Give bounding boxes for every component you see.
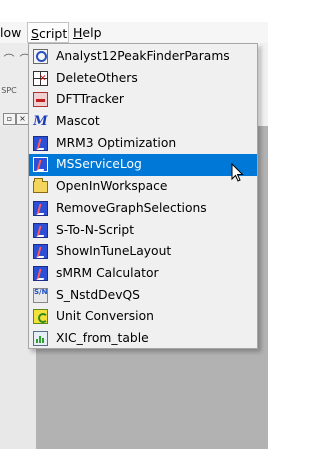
menu-item-s-to-n-script[interactable]: S-To-N-Script	[29, 220, 257, 242]
menu-item-mascot[interactable]: M Mascot	[29, 111, 257, 133]
menu-help-accel: H	[73, 25, 83, 40]
script-icon	[33, 244, 48, 260]
folder-icon	[33, 178, 48, 194]
menu-item-label: sMRM Calculator	[56, 265, 159, 280]
script-icon	[33, 265, 48, 281]
spc-icon[interactable]: SPC	[0, 83, 18, 99]
menu-item-xic-from-table[interactable]: XIC_from_table	[29, 328, 257, 350]
menu-item-removegraphselections[interactable]: RemoveGraphSelections	[29, 198, 257, 220]
menu-item-smrm-calculator[interactable]: sMRM Calculator	[29, 263, 257, 285]
menu-script-rest: cript	[38, 26, 68, 41]
menu-item-label: DeleteOthers	[56, 70, 138, 85]
mascot-icon: M	[33, 114, 48, 130]
menu-item-label: Mascot	[56, 114, 100, 129]
search-icon	[33, 49, 48, 64]
menu-script[interactable]: Script	[27, 22, 69, 43]
menu-item-label: OpenInWorkspace	[56, 179, 168, 194]
menu-item-label: MSServiceLog	[56, 157, 142, 172]
toolbar-right	[260, 43, 268, 128]
script-icon	[33, 135, 48, 151]
menu-item-label: XIC_from_table	[56, 330, 149, 345]
menu-help-rest: elp	[82, 25, 102, 40]
dft-icon	[33, 92, 48, 108]
menu-bar: low Script Help	[0, 22, 268, 43]
script-menu-dropdown: Analyst12PeakFinderParams DeleteOthers D…	[28, 43, 258, 349]
menu-item-unit-conversion[interactable]: Unit Conversion	[29, 306, 257, 328]
xic-icon	[33, 330, 48, 346]
menu-item-msservicelog[interactable]: MSServiceLog	[29, 154, 257, 177]
menu-item-label: S_NstdDevQS	[56, 287, 140, 302]
menu-window[interactable]: low	[0, 22, 24, 43]
unit-conversion-icon	[33, 309, 48, 325]
mouse-cursor-icon	[231, 163, 244, 182]
menu-item-label: Analyst12PeakFinderParams	[56, 49, 230, 63]
menu-item-label: DFTTracker	[56, 92, 124, 107]
menu-item-openinworkspace[interactable]: OpenInWorkspace	[29, 176, 257, 198]
menu-item-dfttracker[interactable]: DFTTracker	[29, 89, 257, 111]
menu-item-mrm3-optimization[interactable]: MRM3 Optimization	[29, 133, 257, 155]
menu-item-deleteothers[interactable]: DeleteOthers	[29, 68, 257, 90]
menu-script-accel: S	[31, 26, 39, 41]
menu-item-label: RemoveGraphSelections	[56, 200, 207, 215]
menu-item-s-nstddevqs[interactable]: S/N S_NstdDevQS	[29, 285, 257, 307]
menu-item-label: S-To-N-Script	[56, 222, 135, 237]
menu-help[interactable]: Help	[73, 22, 103, 43]
sn-icon: S/N	[33, 287, 48, 303]
grid-delete-icon	[33, 70, 48, 86]
menu-item-label: ShowInTuneLayout	[56, 244, 172, 259]
menu-item-showintunelayout[interactable]: ShowInTuneLayout	[29, 241, 257, 263]
script-icon	[33, 200, 48, 216]
script-icon	[33, 157, 48, 173]
menu-item-label: Unit Conversion	[56, 309, 154, 324]
menu-item-label: MRM3 Optimization	[56, 135, 177, 150]
script-icon	[33, 222, 48, 238]
restore-icon[interactable]: ▫	[3, 113, 16, 125]
menu-item-analyst12peakfinderparams[interactable]: Analyst12PeakFinderParams	[29, 46, 257, 68]
